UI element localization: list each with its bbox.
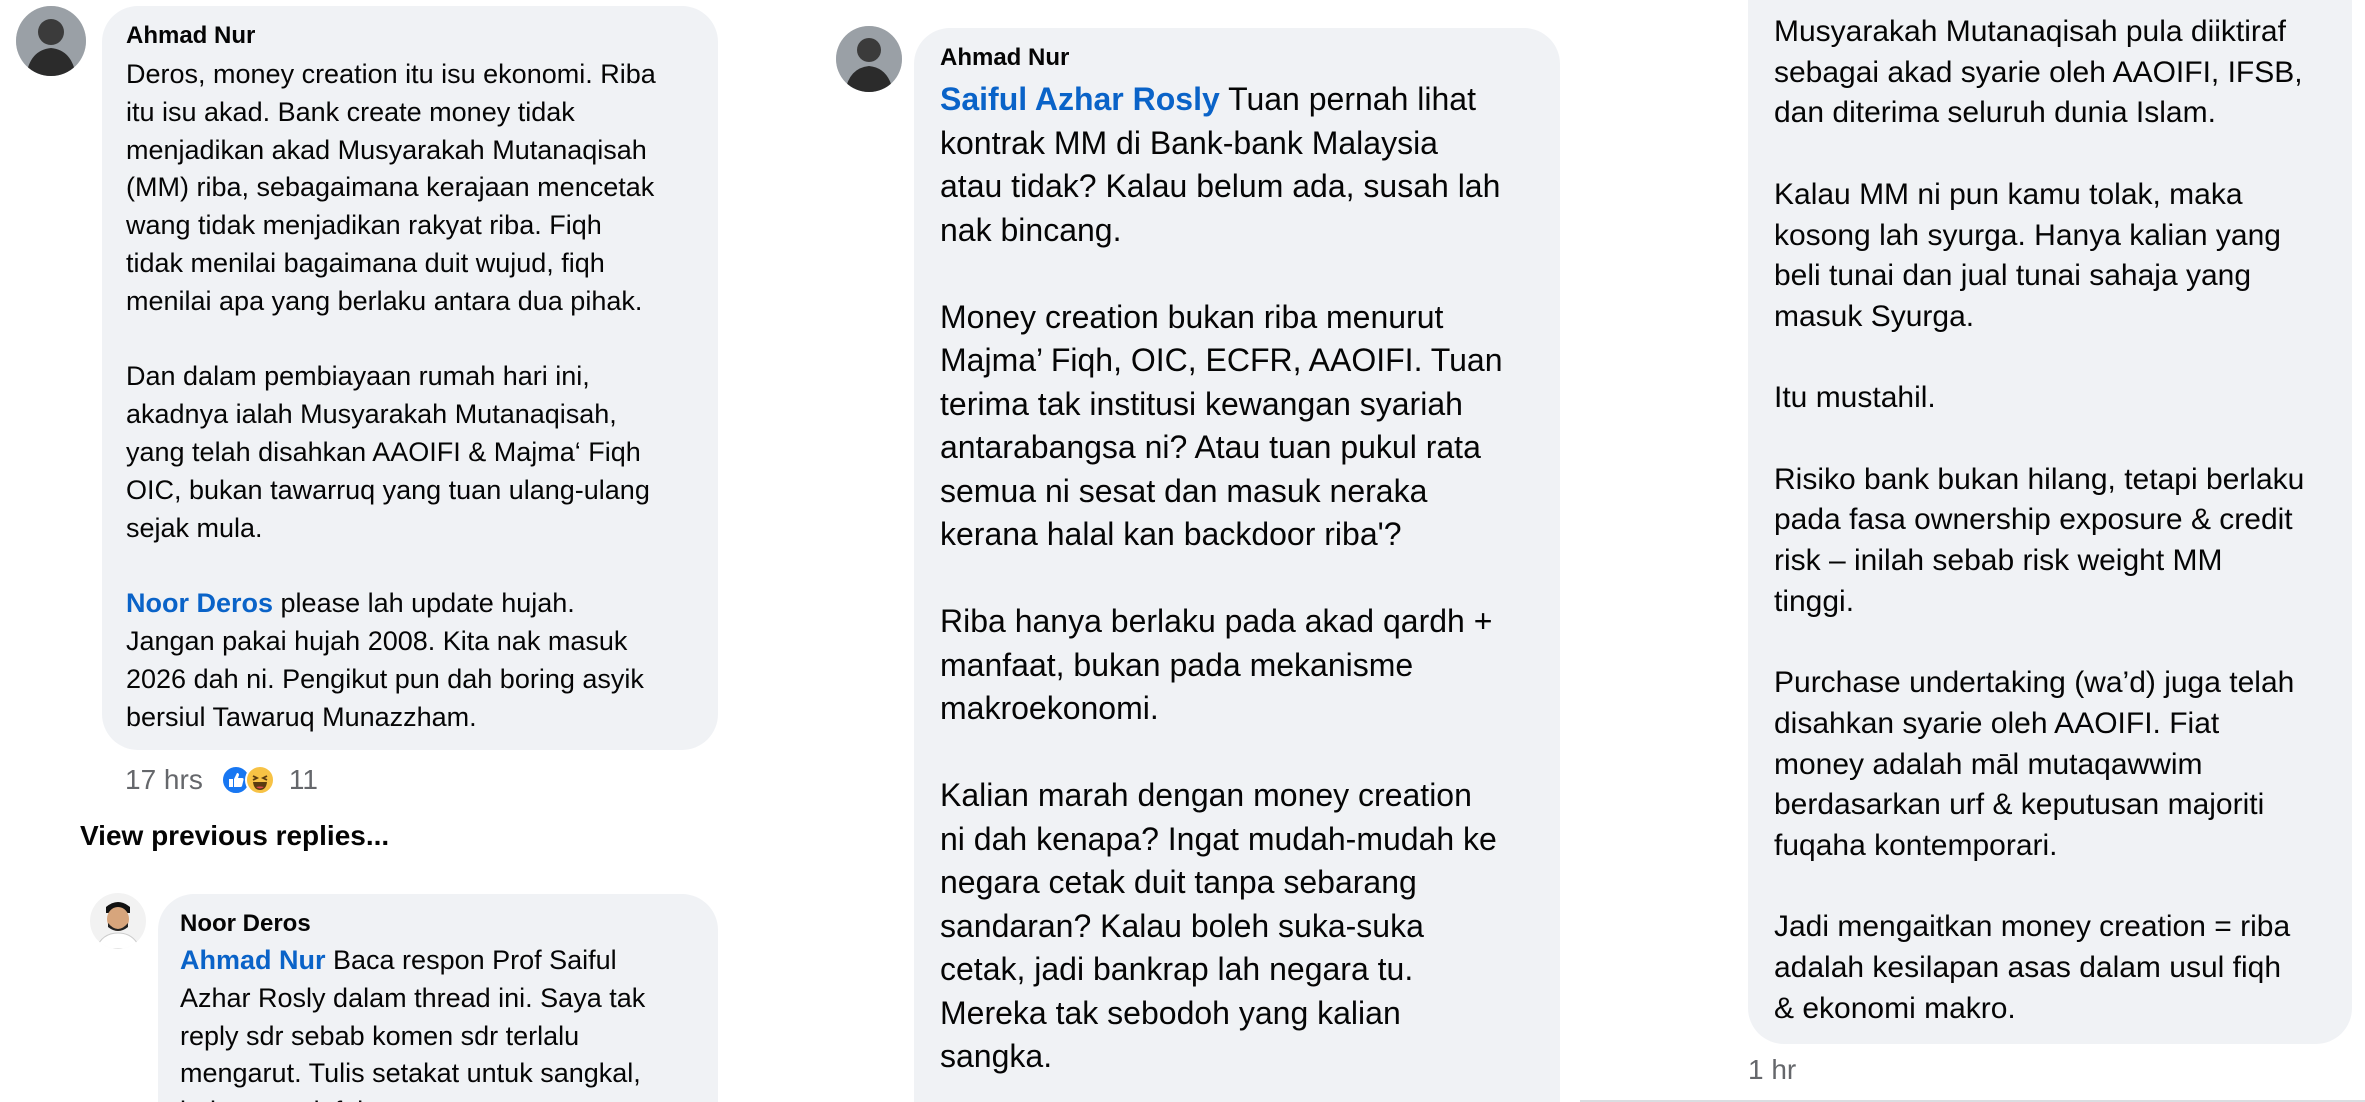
comment-bubble: Ahmad Nur Deros, money creation itu isu … [102, 6, 718, 750]
comment-paragraph: Noor Deros please lah update hujah. Jang… [126, 585, 694, 736]
comment-bubble: Musyarakah Mutanaqisah pula diiktiraf se… [1748, 0, 2352, 1044]
comment-author[interactable]: Ahmad Nur [126, 20, 694, 52]
comment-paragraph: Risiko bank bukan hilang, tetapi berlaku… [1774, 462, 2305, 618]
comment-paragraph: Riba hanya berlaku pada akad qardh + man… [940, 603, 1493, 726]
comment-text: Musyarakah Mutanaqisah pula diiktiraf se… [1774, 12, 2326, 1030]
left-panel: Ahmad Nur Deros, money creation itu isu … [0, 0, 735, 1102]
view-previous-replies-link[interactable]: View previous replies... [80, 820, 389, 852]
right-panel: Musyarakah Mutanaqisah pula diiktiraf se… [1580, 0, 2365, 1102]
reply-author[interactable]: Noor Deros [180, 908, 696, 940]
comment-paragraph: Jadi mengaitkan money creation = riba ad… [1774, 910, 2291, 1025]
reply-text: Ahmad Nur Baca respon Prof Saiful Azhar … [180, 942, 696, 1102]
mention-link[interactable]: Ahmad Nur [180, 945, 326, 975]
comment-timestamp[interactable]: 1 hr [1748, 1050, 1796, 1090]
comment-paragraph: Musyarakah Mutanaqisah pula diiktiraf se… [1774, 15, 2303, 130]
comment-paragraph: Purchase undertaking (wa’d) juga telah d… [1774, 666, 2295, 862]
reactions[interactable]: 11 [220, 764, 318, 796]
mention-link[interactable]: Saiful Azhar Rosly [940, 81, 1220, 117]
user-avatar-icon[interactable] [90, 893, 146, 949]
haha-reaction-icon [244, 765, 275, 795]
comment-text: Saiful Azhar Rosly Tuan pernah lihat kon… [940, 78, 1534, 1079]
middle-panel: Ahmad Nur Saiful Azhar Rosly Tuan pernah… [810, 0, 1580, 1102]
user-avatar-icon[interactable] [836, 26, 902, 92]
comment-paragraph: Saiful Azhar Rosly Tuan pernah lihat kon… [940, 78, 1534, 252]
reaction-count: 11 [288, 764, 318, 795]
reply-paragraph: Ahmad Nur Baca respon Prof Saiful Azhar … [180, 942, 696, 1102]
comment-paragraph: Itu mustahil. [1774, 381, 1936, 415]
comment-timestamp[interactable]: 17 hrs [125, 764, 203, 796]
mention-link[interactable]: Noor Deros [126, 588, 273, 618]
comment-author[interactable]: Ahmad Nur [940, 42, 1534, 74]
comment-paragraph: Money creation bukan riba menurut Majma’… [940, 298, 1503, 553]
comment-paragraph: Dan dalam pembiayaan rumah hari ini, aka… [126, 361, 650, 543]
comment-paragraph: Kalian marah dengan money creation ni da… [940, 777, 1497, 1074]
reply-bubble: Noor Deros Ahmad Nur Baca respon Prof Sa… [158, 894, 718, 1102]
comment-meta: 17 hrs 11 [125, 760, 318, 800]
comment-paragraph: Deros, money creation itu isu ekonomi. R… [126, 59, 656, 316]
comment-paragraph: Kalau MM ni pun kamu tolak, maka kosong … [1774, 177, 2281, 333]
comment-bubble: Ahmad Nur Saiful Azhar Rosly Tuan pernah… [914, 28, 1560, 1102]
user-avatar-icon[interactable] [16, 6, 86, 76]
comment-text: Deros, money creation itu isu ekonomi. R… [126, 56, 694, 736]
